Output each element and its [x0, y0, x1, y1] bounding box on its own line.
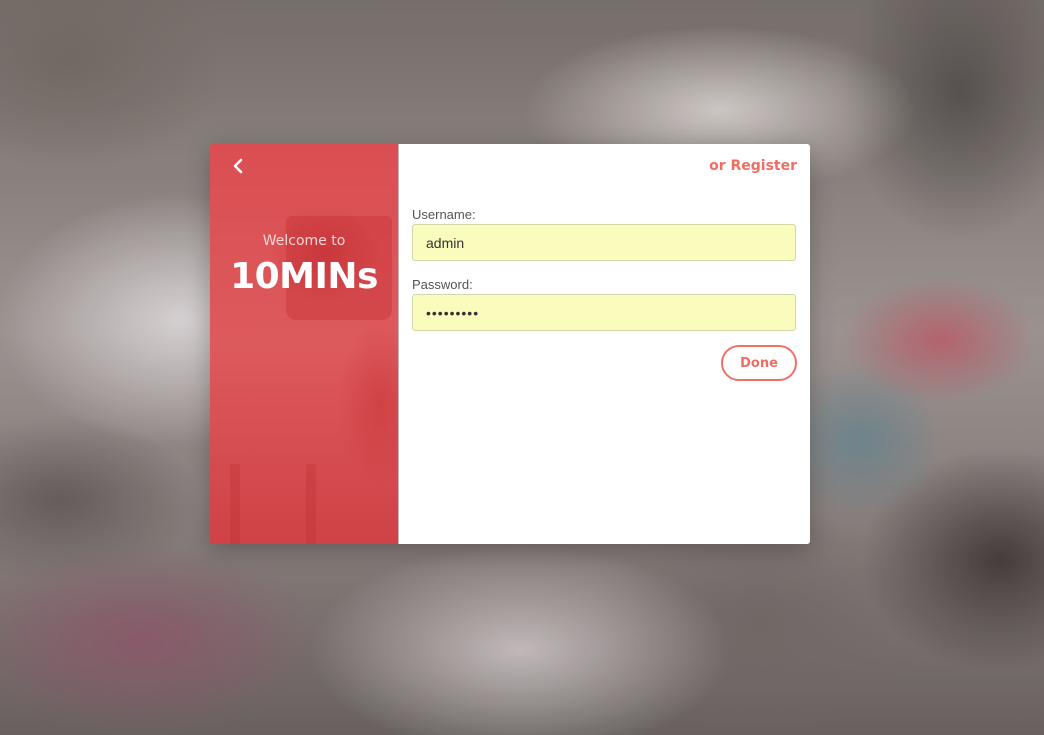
welcome-text: Welcome to	[262, 233, 346, 249]
register-link[interactable]: or Register	[709, 158, 797, 174]
chevron-left-icon	[233, 158, 243, 174]
username-input[interactable]	[412, 224, 796, 261]
password-input[interactable]	[412, 294, 796, 331]
panel-photo-detail	[230, 464, 240, 544]
panel-photo-detail	[306, 464, 316, 544]
done-button[interactable]: Done	[721, 345, 797, 381]
username-label: Username:	[412, 207, 476, 222]
password-label: Password:	[412, 277, 473, 292]
back-button[interactable]	[228, 154, 248, 178]
brand-title: 10MINs	[230, 256, 378, 297]
login-form-panel: or Register Username: Password: Done	[398, 144, 810, 544]
login-dialog: Welcome to 10MINs or Register Username: …	[210, 144, 810, 544]
welcome-panel: Welcome to 10MINs	[210, 144, 398, 544]
